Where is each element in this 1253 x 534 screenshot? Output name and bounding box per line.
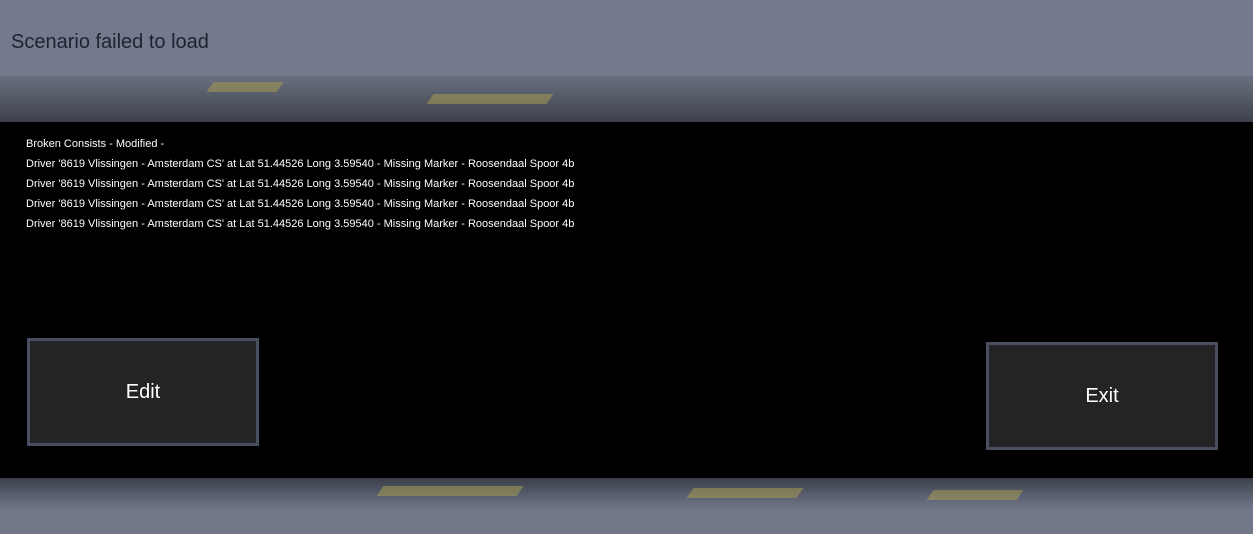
background-scene-bottom — [0, 478, 1253, 508]
track-stripe — [686, 488, 804, 498]
edit-button[interactable]: Edit — [27, 338, 259, 446]
page-title: Scenario failed to load — [11, 31, 209, 53]
error-line: Driver '8619 Vlissingen - Amsterdam CS' … — [26, 158, 575, 170]
error-panel: Broken Consists - Modified - Driver '861… — [0, 122, 1253, 482]
footer-bar — [0, 508, 1253, 534]
error-list: Broken Consists - Modified - Driver '861… — [26, 134, 574, 234]
background-scene-top — [0, 76, 1253, 124]
track-stripe — [376, 486, 524, 496]
track-stripe — [206, 82, 284, 92]
track-stripe — [926, 490, 1024, 500]
error-line: Driver '8619 Vlissingen - Amsterdam CS' … — [26, 218, 575, 230]
track-stripe — [426, 94, 554, 104]
header-bar: Scenario failed to load — [0, 0, 1253, 76]
error-heading: Broken Consists - Modified - — [26, 138, 165, 150]
exit-button[interactable]: Exit — [986, 342, 1218, 450]
error-line: Driver '8619 Vlissingen - Amsterdam CS' … — [26, 198, 575, 210]
error-line: Driver '8619 Vlissingen - Amsterdam CS' … — [26, 178, 575, 190]
